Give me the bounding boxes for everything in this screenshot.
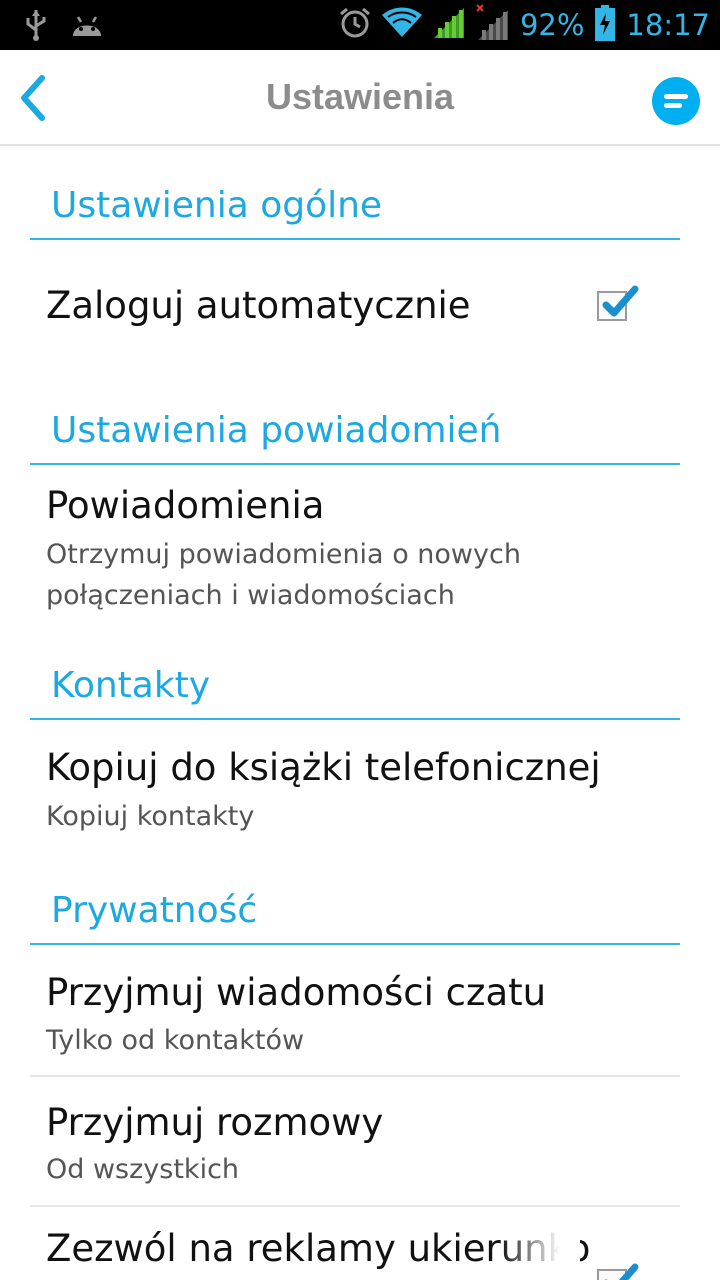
usb-icon: [22, 8, 50, 46]
text-fade: [500, 1222, 580, 1280]
signal-no-service-icon: [476, 4, 510, 46]
setting-chat-messages[interactable]: Przyjmuj wiadomości czatu Tylko od konta…: [30, 946, 680, 1076]
setting-title: Zaloguj automatycznie: [46, 284, 471, 327]
setting-title: Przyjmuj rozmowy: [46, 1101, 384, 1144]
auto-login-checkbox[interactable]: [597, 285, 639, 321]
setting-title: Kopiuj do książki telefonicznej: [46, 746, 601, 789]
setting-copy-contacts[interactable]: Kopiuj do książki telefonicznej Kopiuj k…: [30, 722, 680, 872]
section-header-label: Kontakty: [51, 665, 211, 706]
section-header-label: Ustawienia ogólne: [51, 185, 383, 226]
setting-subtitle: Kopiuj kontakty: [46, 801, 255, 832]
section-header-label: Ustawienia powiadomień: [51, 410, 502, 451]
wifi-icon: [381, 7, 422, 43]
setting-auto-login[interactable]: Zaloguj automatycznie: [30, 244, 680, 370]
setting-subtitle: Od wszystkich: [46, 1154, 240, 1185]
signal-icon: [432, 6, 466, 44]
battery-percent: 92%: [519, 8, 585, 42]
setting-targeted-ads[interactable]: Zezwól na reklamy ukierunko: [30, 1207, 680, 1280]
section-header-privacy: Prywatność: [30, 875, 680, 945]
battery-charging-icon: [594, 5, 616, 45]
page-title: Ustawienia: [265, 76, 455, 117]
android-debug-icon: [70, 12, 104, 42]
section-header-general: Ustawienia ogólne: [30, 170, 680, 240]
section-header-notifications: Ustawienia powiadomień: [30, 396, 680, 465]
checkmark-icon: [604, 1263, 639, 1280]
setting-title: Powiadomienia: [46, 484, 325, 527]
checkmark-icon: [602, 285, 639, 317]
setting-title: Przyjmuj wiadomości czatu: [46, 971, 547, 1014]
section-header-label: Prywatność: [51, 890, 258, 931]
status-bar: 92% 18:17: [0, 0, 720, 50]
setting-notifications[interactable]: Powiadomienia Otrzymuj powiadomienia o n…: [30, 466, 680, 646]
setting-subtitle: Tylko od kontaktów: [46, 1025, 305, 1056]
action-bar: Ustawienia: [0, 50, 720, 146]
alarm-icon: [338, 6, 372, 44]
targeted-ads-checkbox[interactable]: [597, 1263, 639, 1280]
clock: 18:17: [626, 8, 710, 42]
menu-button[interactable]: [652, 77, 700, 125]
section-header-contacts: Kontakty: [30, 650, 680, 720]
setting-calls[interactable]: Przyjmuj rozmowy Od wszystkich: [30, 1077, 680, 1205]
setting-subtitle: Otrzymuj powiadomienia o nowych połączen…: [46, 539, 521, 611]
